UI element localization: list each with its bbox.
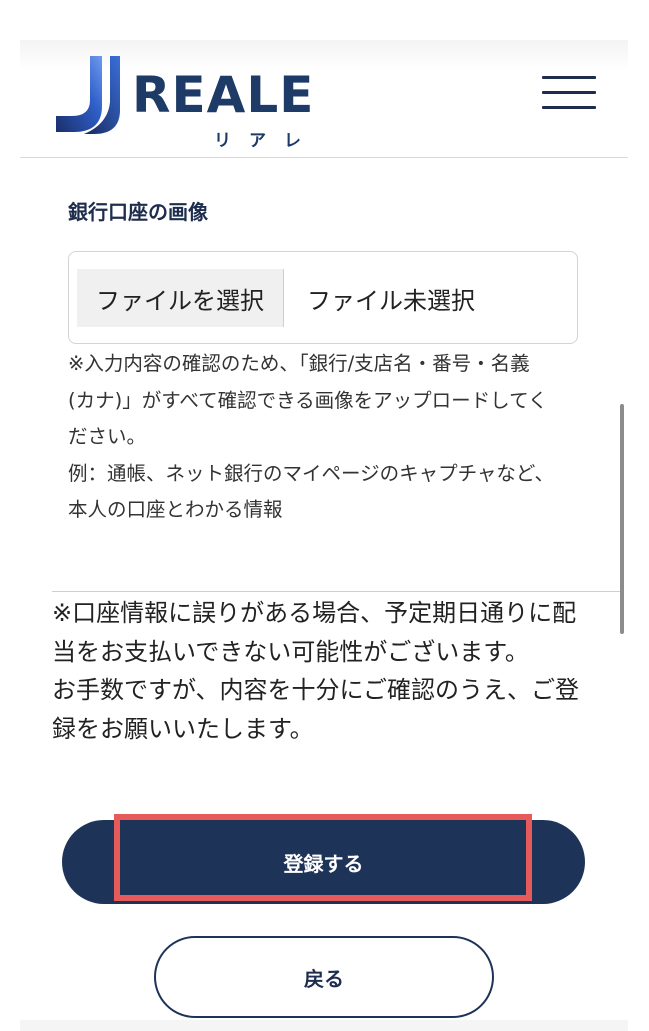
file-status-text: ファイル未選択 [307, 286, 475, 315]
upload-note: ※入力内容の確認のため、「銀行/支店名・番号・名義 (カナ)」がすべて確認できる… [68, 346, 588, 529]
warning-note-line: 録をお願いいたします。 [52, 714, 314, 743]
logo-text: REALE [132, 66, 315, 124]
hamburger-menu-icon[interactable] [542, 76, 596, 110]
site-header: REALE リアレ [20, 40, 628, 158]
scrollbar-thumb[interactable] [620, 404, 624, 634]
menu-bar-top [542, 76, 596, 79]
upload-note-line: (カナ)」がすべて確認できる画像をアップロードしてく [68, 388, 548, 412]
warning-note: ※口座情報に誤りがある場合、予定期日通りに配 当をお支払いできない可能性がござい… [52, 594, 612, 748]
upload-note-line: ださい。 [68, 425, 147, 448]
warning-note-line: 当をお支払いできない可能性がございます。 [52, 637, 529, 666]
section-divider [52, 591, 622, 592]
bottom-strip [20, 1020, 628, 1031]
back-button[interactable]: 戻る [154, 936, 494, 1018]
reale-logo[interactable]: REALE リアレ [54, 54, 324, 154]
upload-note-line: ※入力内容の確認のため、「銀行/支店名・番号・名義 [68, 352, 530, 375]
logo-mark-icon [56, 56, 120, 134]
menu-bar-bottom [542, 106, 596, 109]
warning-note-line: ※口座情報に誤りがある場合、予定期日通りに配 [52, 599, 577, 627]
menu-bar-middle [542, 91, 596, 94]
warning-note-line: お手数ですが、内容を十分にご確認のうえ、ご登 [52, 676, 580, 704]
choose-file-button[interactable]: ファイルを選択 [77, 269, 284, 327]
upload-note-line: 例：通帳、ネット銀行のマイページのキャプチャなど、 [68, 461, 554, 485]
upload-note-line: 本人の口座とわかる情報 [68, 498, 283, 521]
logo-subtext: リアレ [214, 131, 319, 151]
file-upload-field[interactable]: ファイルを選択 ファイル未選択 [68, 251, 578, 344]
section-title: 銀行口座の画像 [68, 200, 208, 224]
highlight-box [114, 814, 532, 901]
header-divider [20, 157, 628, 158]
